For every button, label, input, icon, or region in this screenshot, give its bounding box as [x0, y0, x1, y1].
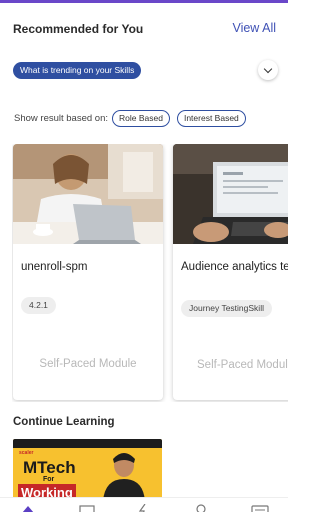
mail-icon[interactable]	[79, 504, 95, 512]
expand-button[interactable]	[258, 60, 278, 80]
course-card[interactable]: Audience analytics testing Journey Testi…	[173, 144, 288, 400]
top-accent-bar	[0, 0, 288, 3]
laptop-analytics-image	[173, 144, 288, 244]
course-type: Self-Paced Module	[197, 359, 288, 371]
filter-interest-based[interactable]: Interest Based	[176, 109, 246, 127]
chat-icon[interactable]	[251, 504, 269, 512]
recommended-header: Recommended for You View All	[13, 21, 276, 40]
thumbnail-strip	[13, 439, 162, 448]
section-title: Recommended for You	[13, 22, 144, 36]
thumbnail-headline: MTech	[23, 458, 76, 477]
bottom-navigation	[0, 497, 288, 512]
trending-row: What is trending on your Skills	[13, 60, 278, 82]
course-card[interactable]: unenroll-spm 4.2.1 Self-Paced Module	[13, 144, 163, 400]
course-title: Audience analytics testing	[181, 261, 288, 273]
filter-label: Show result based on:	[14, 112, 109, 124]
profile-icon[interactable]	[194, 504, 208, 512]
course-tag: 4.2.1	[21, 297, 56, 314]
view-all-link[interactable]: View All	[232, 21, 276, 35]
course-title: unenroll-spm	[21, 261, 88, 273]
course-type: Self-Paced Module	[39, 358, 137, 370]
thumbnail-logo: scaler	[19, 450, 34, 456]
trending-chip[interactable]: What is trending on your Skills	[13, 62, 142, 79]
recommended-carousel[interactable]: unenroll-spm 4.2.1 Self-Paced Module Aud…	[12, 144, 288, 402]
filter-row: Show result based on: Role Based Interes…	[14, 108, 284, 128]
presenter-image	[103, 453, 145, 501]
home-icon[interactable]	[20, 504, 36, 512]
woman-laptop-image	[13, 144, 163, 244]
thumbnail-sub: For	[43, 476, 55, 483]
continue-learning-title: Continue Learning	[13, 416, 115, 428]
continue-video-thumbnail[interactable]: scaler MTech For Working	[13, 439, 162, 501]
chevron-down-icon	[263, 64, 273, 73]
filter-role-based[interactable]: Role Based	[112, 109, 170, 127]
course-tag: Journey TestingSkill	[181, 300, 272, 317]
flash-icon[interactable]	[138, 504, 150, 512]
